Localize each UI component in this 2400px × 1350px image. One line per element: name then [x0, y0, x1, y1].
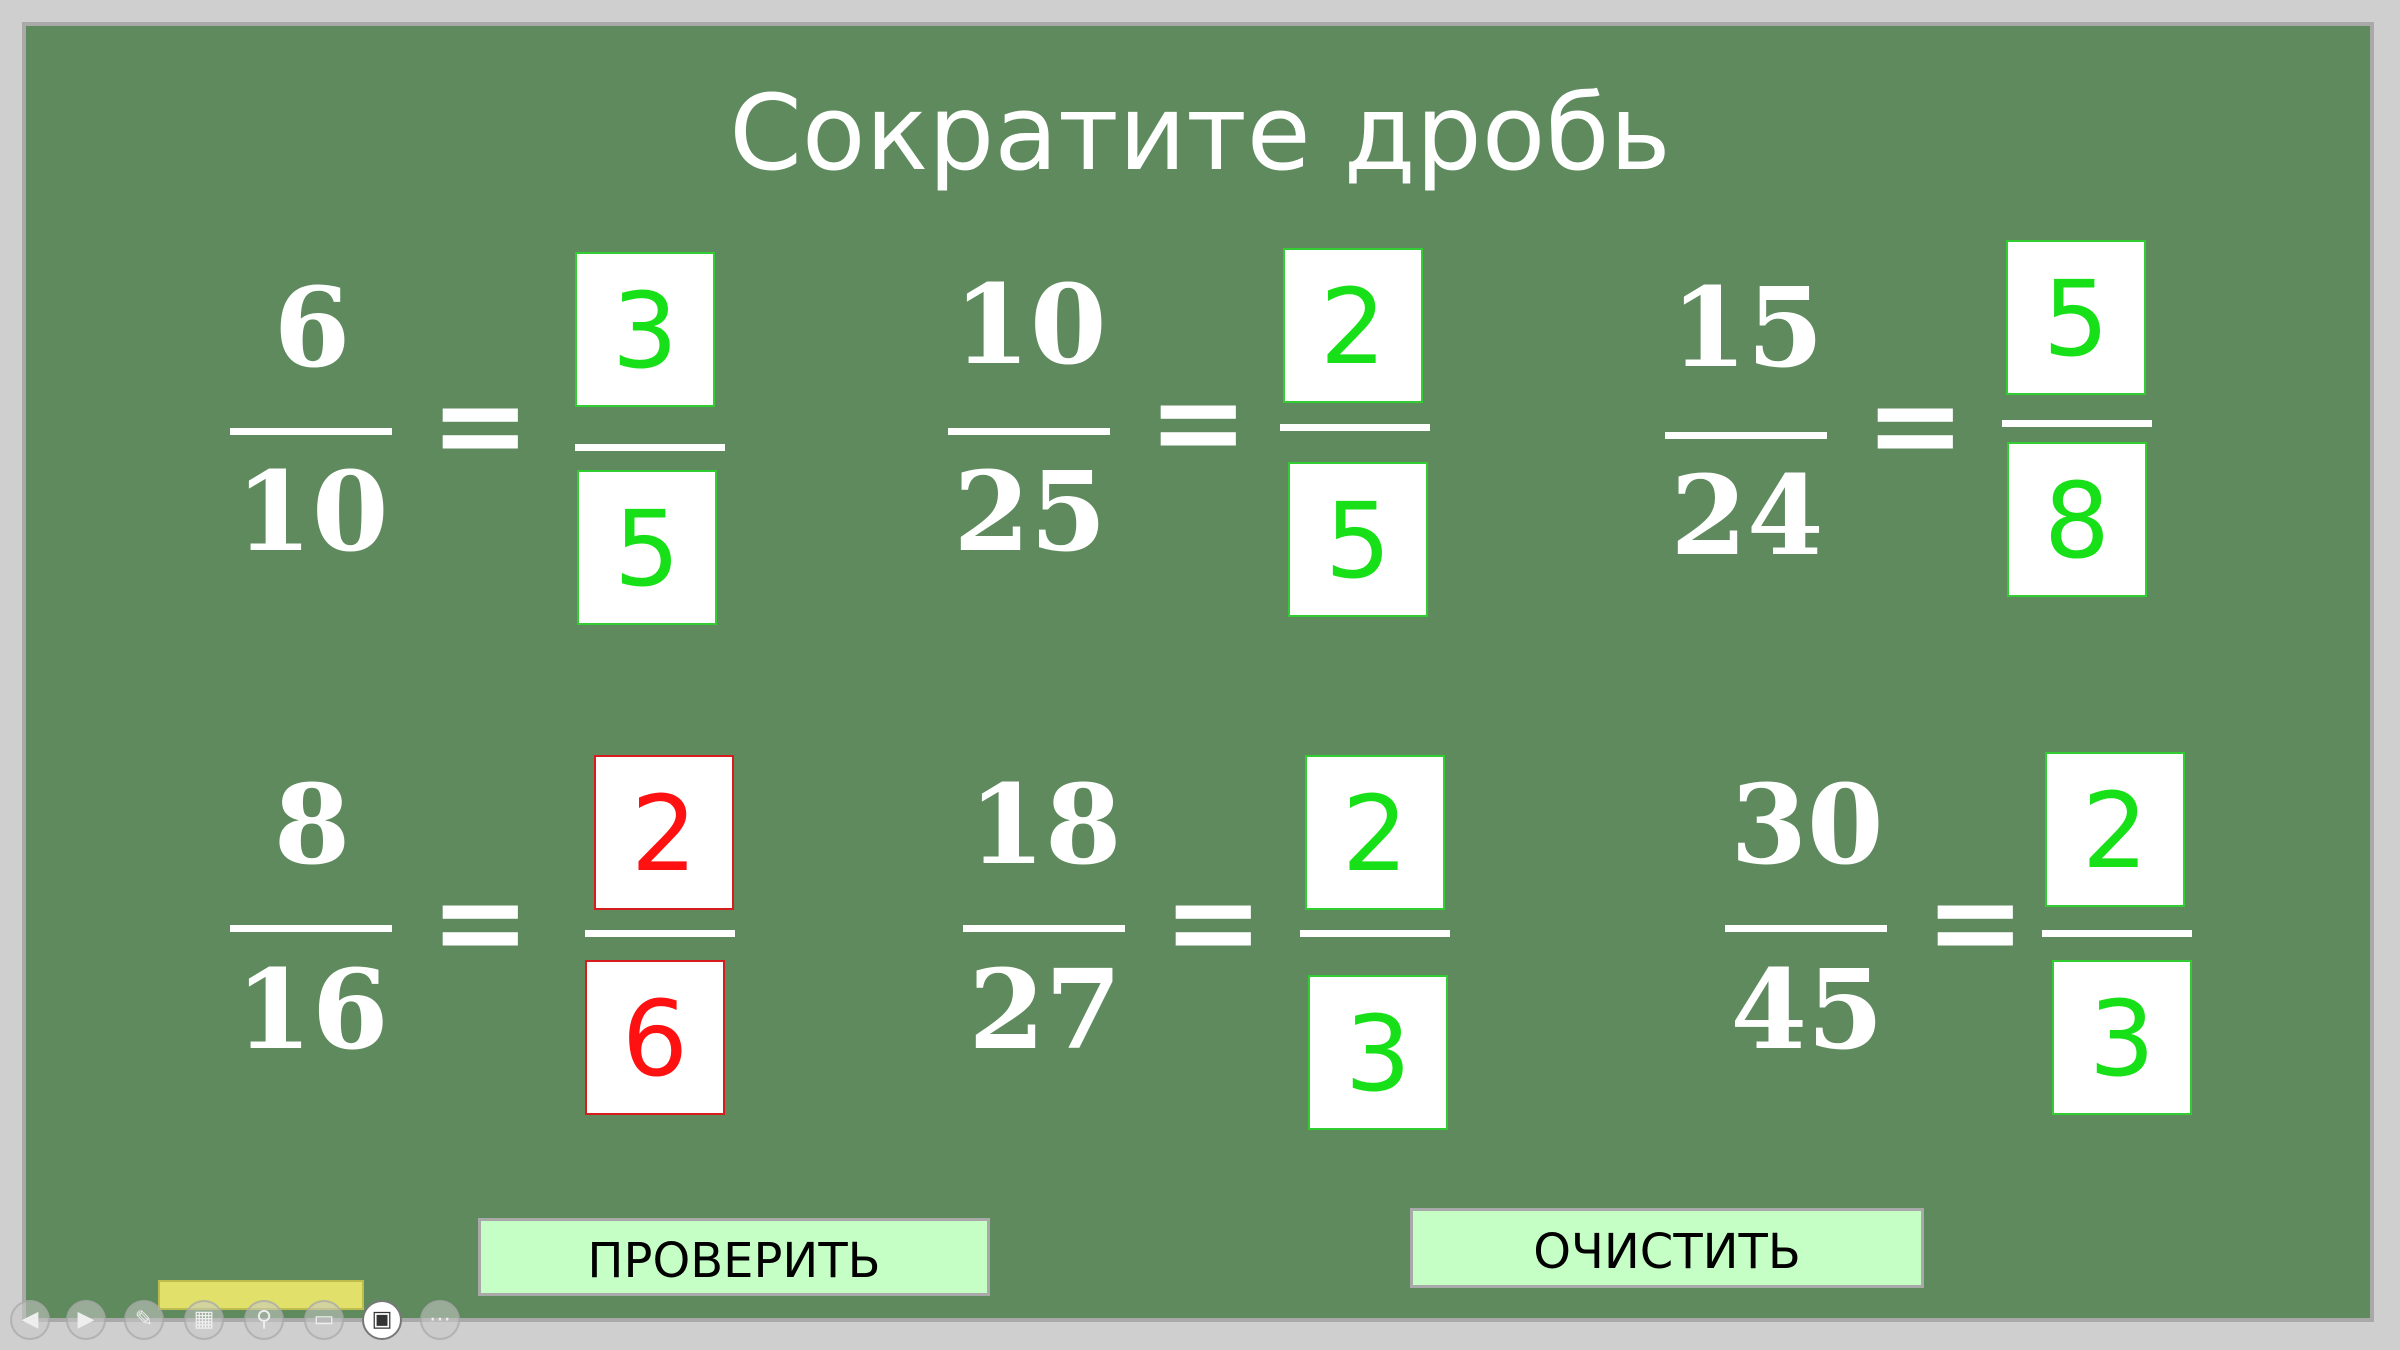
subtitles-icon[interactable]: ▭ [304, 1300, 344, 1340]
camera-icon[interactable]: ▣ [362, 1300, 402, 1340]
answer-numerator-input[interactable]: 5 [2006, 240, 2146, 395]
answer-denominator-input[interactable]: 5 [577, 470, 717, 625]
fraction-bar [1665, 432, 1827, 439]
equals-sign: = [1148, 351, 1249, 492]
fraction-denominator: 27 [968, 945, 1122, 1074]
answer-denominator-input[interactable]: 8 [2007, 442, 2147, 597]
equals-sign: = [1163, 851, 1264, 992]
fraction-bar [1725, 925, 1887, 932]
fraction-numerator: 10 [953, 260, 1107, 389]
answer-numerator-input[interactable]: 2 [1283, 248, 1423, 403]
answer-fraction-bar [1280, 424, 1430, 431]
slides-icon[interactable]: ▦ [184, 1300, 224, 1340]
clear-button[interactable]: ОЧИСТИТЬ [1410, 1208, 1924, 1288]
answer-numerator-input[interactable]: 3 [575, 252, 715, 407]
page-title: Сократите дробь [729, 72, 1671, 194]
fraction-numerator: 18 [968, 760, 1122, 889]
zoom-icon[interactable]: ⚲ [244, 1300, 284, 1340]
answer-fraction-bar [2042, 930, 2192, 937]
play-icon[interactable]: ▶ [66, 1300, 106, 1340]
answer-denominator-input[interactable]: 6 [585, 960, 725, 1115]
answer-fraction-bar [2002, 420, 2152, 427]
fraction-bar [230, 925, 392, 932]
answer-denominator-input[interactable]: 3 [1308, 975, 1448, 1130]
equals-sign: = [430, 851, 531, 992]
fraction-denominator: 24 [1670, 451, 1824, 580]
check-button[interactable]: ПРОВЕРИТЬ [478, 1218, 990, 1296]
answer-numerator-input[interactable]: 2 [2045, 752, 2185, 907]
fraction-bar [948, 428, 1110, 435]
back-icon[interactable]: ◀ [10, 1300, 50, 1340]
equals-sign: = [430, 354, 531, 495]
fraction-numerator: 30 [1730, 760, 1884, 889]
answer-fraction-bar [1300, 930, 1450, 937]
equals-sign: = [1865, 354, 1966, 495]
fraction-denominator: 45 [1730, 945, 1884, 1074]
fraction-bar [230, 428, 392, 435]
fraction-numerator: 6 [273, 263, 351, 392]
fraction-denominator: 10 [235, 447, 389, 576]
fraction-denominator: 16 [235, 945, 389, 1074]
answer-fraction-bar [585, 930, 735, 937]
fraction-bar [963, 925, 1125, 932]
equals-sign: = [1925, 851, 2026, 992]
chalkboard [22, 22, 2374, 1322]
fraction-numerator: 15 [1670, 263, 1824, 392]
more-icon[interactable]: ⋯ [420, 1300, 460, 1340]
answer-denominator-input[interactable]: 5 [1288, 462, 1428, 617]
fraction-numerator: 8 [273, 760, 351, 889]
answer-numerator-input[interactable]: 2 [594, 755, 734, 910]
fraction-denominator: 25 [953, 447, 1107, 576]
pen-icon[interactable]: ✎ [124, 1300, 164, 1340]
answer-numerator-input[interactable]: 2 [1305, 755, 1445, 910]
answer-denominator-input[interactable]: 3 [2052, 960, 2192, 1115]
answer-fraction-bar [575, 444, 725, 451]
